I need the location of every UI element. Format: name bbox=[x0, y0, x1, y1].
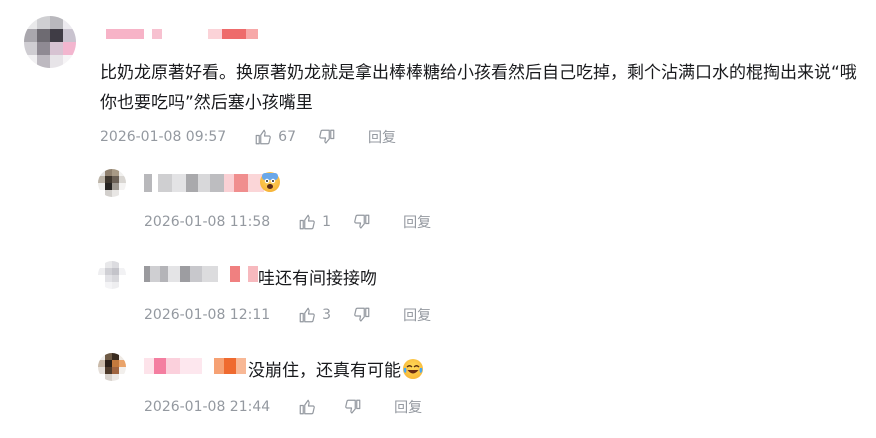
reply-1-meta: 2026-01-08 11:58 1 回复 bbox=[144, 212, 431, 232]
reply-button[interactable]: 回复 bbox=[394, 397, 422, 417]
like-button[interactable]: 1 bbox=[298, 213, 331, 231]
main-comment-avatar[interactable] bbox=[24, 16, 76, 68]
thumbs-down-icon bbox=[354, 214, 370, 229]
thumbs-down-icon bbox=[319, 129, 335, 144]
reply-3-avatar[interactable] bbox=[98, 353, 126, 381]
reply-2-text: 哇还有间接接吻 bbox=[258, 269, 377, 289]
reply-1-username[interactable] bbox=[144, 174, 264, 192]
reply-1-time: 2026-01-08 11:58 bbox=[144, 214, 271, 230]
main-comment-username[interactable] bbox=[106, 29, 258, 39]
dislike-button[interactable] bbox=[353, 213, 377, 231]
like-button[interactable] bbox=[298, 398, 322, 416]
shocked-face-emoji-icon bbox=[260, 172, 280, 192]
like-count: 3 bbox=[322, 307, 332, 323]
reply-2-meta: 2026-01-08 12:11 3 回复 bbox=[144, 305, 431, 325]
reply-3-username[interactable] bbox=[144, 358, 246, 374]
like-count: 67 bbox=[278, 129, 296, 145]
main-comment-time: 2026-01-08 09:57 bbox=[100, 129, 227, 145]
reply-3-time: 2026-01-08 21:44 bbox=[144, 399, 271, 415]
reply-2-avatar[interactable] bbox=[98, 261, 126, 289]
thumbs-up-icon bbox=[299, 214, 315, 230]
reply-1-text-line bbox=[258, 172, 280, 192]
reply-2-text-line: 哇还有间接接吻 bbox=[258, 264, 377, 289]
reply-button[interactable]: 回复 bbox=[403, 305, 431, 325]
thumbs-up-icon bbox=[299, 399, 315, 415]
thumbs-down-icon bbox=[354, 307, 370, 322]
thumbs-up-icon bbox=[255, 129, 271, 145]
main-comment-meta: 2026-01-08 09:57 67 回复 bbox=[100, 127, 396, 147]
thumbs-up-icon bbox=[299, 307, 315, 323]
reply-2-username[interactable] bbox=[144, 266, 258, 282]
dislike-button[interactable] bbox=[353, 306, 377, 324]
reply-2-time: 2026-01-08 12:11 bbox=[144, 307, 271, 323]
like-button[interactable]: 67 bbox=[254, 128, 296, 146]
dislike-button[interactable] bbox=[344, 398, 368, 416]
like-count: 1 bbox=[322, 214, 332, 230]
dislike-button[interactable] bbox=[318, 128, 342, 146]
reply-3-meta: 2026-01-08 21:44 回复 bbox=[144, 397, 422, 417]
reply-3-text: 没崩住，还真有可能 bbox=[248, 361, 401, 381]
reply-button[interactable]: 回复 bbox=[368, 127, 396, 147]
laughing-tears-emoji-icon bbox=[403, 358, 423, 379]
reply-button[interactable]: 回复 bbox=[403, 212, 431, 232]
reply-3-text-line: 没崩住，还真有可能 bbox=[248, 356, 423, 381]
reply-1-avatar[interactable] bbox=[98, 169, 126, 197]
like-button[interactable]: 3 bbox=[298, 306, 331, 324]
thumbs-down-icon bbox=[345, 399, 361, 414]
main-comment-text: 比奶龙原著好看。换原著奶龙就是拿出棒棒糖给小孩看然后自己吃掉，剩个沾满口水的棍掏… bbox=[100, 63, 857, 113]
